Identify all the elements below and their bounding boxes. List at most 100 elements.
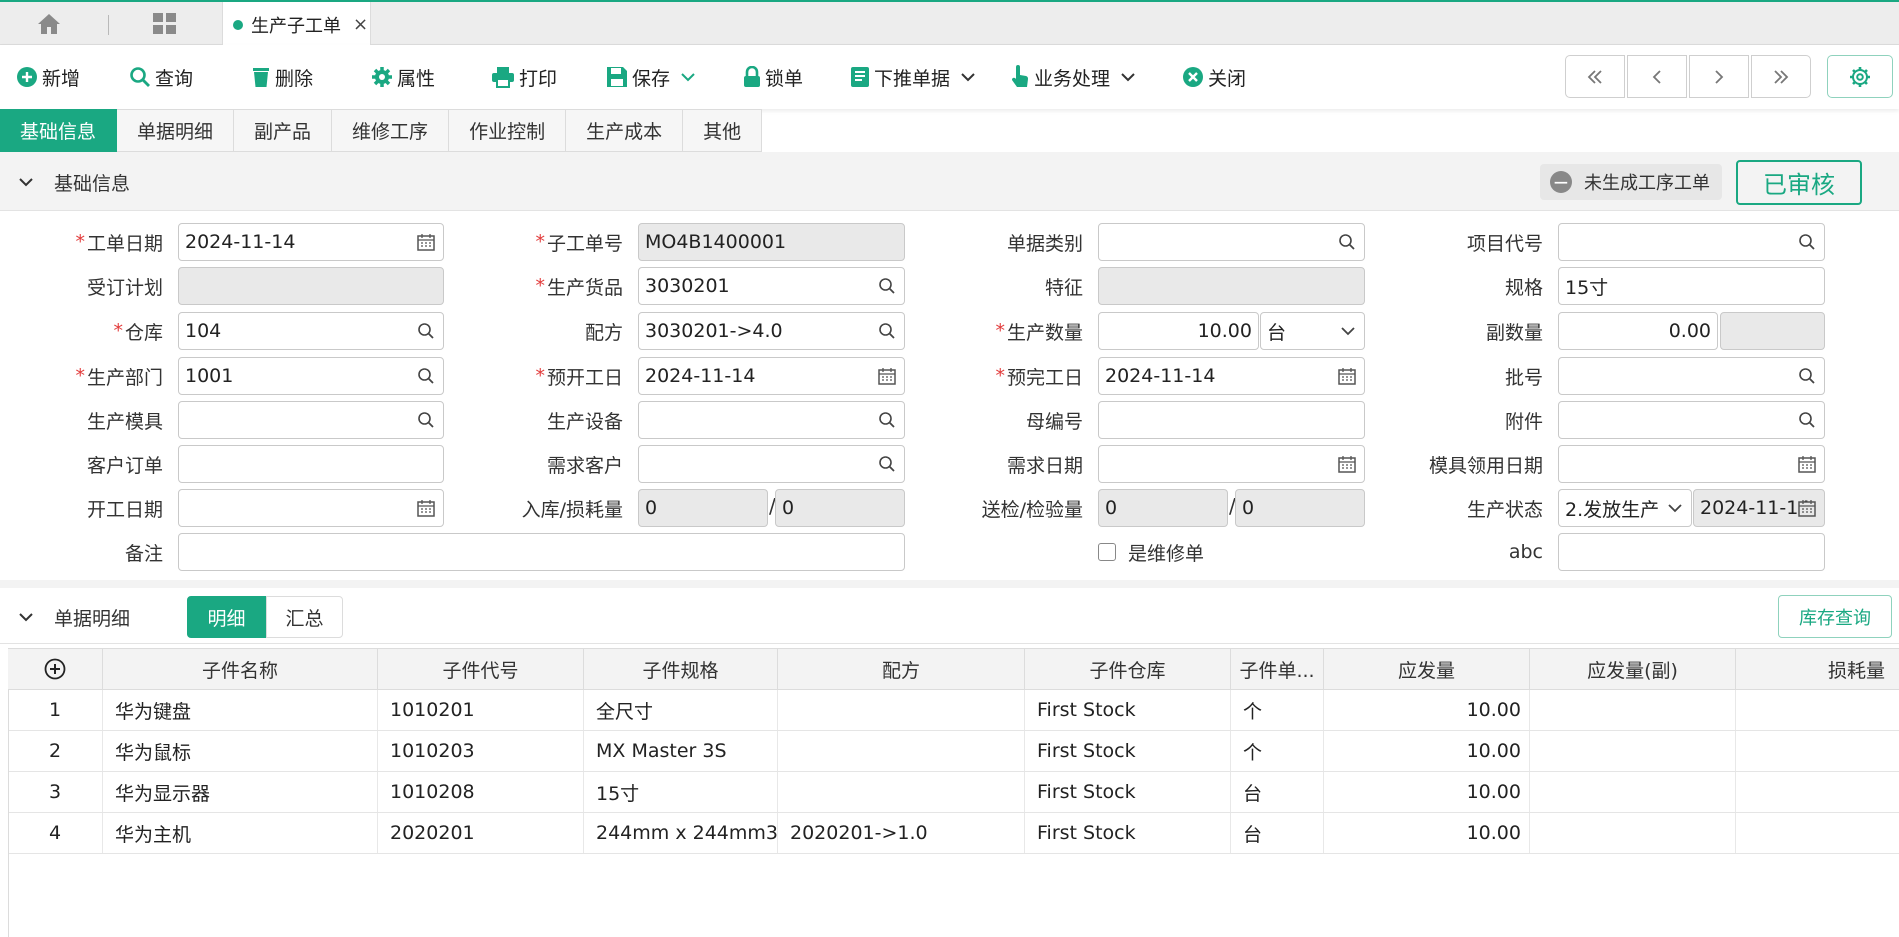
close-tab-icon[interactable]: × (353, 14, 368, 35)
cell-unit[interactable]: 个 (1231, 731, 1324, 771)
search-icon[interactable] (417, 411, 435, 429)
start-date-field[interactable] (178, 489, 444, 527)
save-button[interactable]: 保存 (606, 45, 700, 109)
customer-order-field[interactable] (178, 445, 444, 483)
cell-qty-secondary[interactable] (1530, 772, 1736, 812)
dept-field[interactable]: 1001 (178, 357, 444, 395)
cell-name[interactable]: 华为显示器 (103, 772, 378, 812)
cell-loss[interactable] (1736, 731, 1899, 771)
cell-unit[interactable]: 个 (1231, 690, 1324, 730)
detail-view-toggle[interactable]: 明细 (187, 596, 266, 638)
cell-warehouse[interactable]: First Stock (1025, 690, 1231, 730)
search-icon[interactable] (1798, 411, 1816, 429)
cell-code[interactable]: 1010201 (378, 690, 584, 730)
prod-status-select[interactable]: 2.发放生产 (1558, 489, 1692, 527)
table-row[interactable]: 2 华为鼠标 1010203 MX Master 3S First Stock … (8, 731, 1899, 772)
cell-unit[interactable]: 台 (1231, 813, 1324, 853)
sub-qty-field[interactable]: 0.00 (1558, 312, 1718, 350)
calendar-icon[interactable] (1338, 367, 1356, 385)
tab-by-products[interactable]: 副产品 (234, 109, 333, 152)
cell-spec[interactable]: 全尺寸 (584, 690, 778, 730)
status-date-field[interactable]: 2024-11-14 (1693, 489, 1825, 527)
tab-document-details[interactable]: 单据明细 (117, 109, 235, 152)
cell-recipe[interactable] (778, 690, 1025, 730)
qty-field[interactable]: 10.00 (1098, 312, 1259, 350)
col-header-name[interactable]: 子件名称 (103, 649, 378, 689)
last-record-button[interactable] (1751, 55, 1811, 98)
table-row[interactable]: 1 华为键盘 1010201 全尺寸 First Stock 个 10.00 (8, 690, 1899, 731)
cell-recipe[interactable]: 2020201->1.0 (778, 813, 1025, 853)
delete-button[interactable]: 删除 (251, 45, 313, 109)
col-header-recipe[interactable]: 配方 (778, 649, 1025, 689)
cell-spec[interactable]: 244mm x 244mm3 (584, 813, 778, 853)
stock-query-button[interactable]: 库存查询 (1778, 595, 1892, 638)
search-icon[interactable] (1338, 233, 1356, 251)
cell-code[interactable]: 1010203 (378, 731, 584, 771)
cell-warehouse[interactable]: First Stock (1025, 772, 1231, 812)
demand-date-field[interactable] (1098, 445, 1365, 483)
cell-spec[interactable]: MX Master 3S (584, 731, 778, 771)
abc-field[interactable] (1558, 533, 1825, 571)
apps-grid-icon[interactable] (153, 13, 179, 37)
mold-date-field[interactable] (1558, 445, 1825, 483)
calendar-icon[interactable] (1338, 455, 1356, 473)
demand-customer-field[interactable] (638, 445, 905, 483)
search-icon[interactable] (417, 322, 435, 340)
tab-basic-info[interactable]: 基础信息 (0, 109, 118, 152)
table-row[interactable]: 3 华为显示器 1010208 15寸 First Stock 台 10.00 (8, 772, 1899, 813)
cell-qty-secondary[interactable] (1530, 731, 1736, 771)
remark-field[interactable] (178, 533, 905, 571)
mold-field[interactable] (178, 401, 444, 439)
search-icon[interactable] (878, 455, 896, 473)
equipment-field[interactable] (638, 401, 905, 439)
new-button[interactable]: 新增 (16, 45, 80, 109)
col-header-code[interactable]: 子件代号 (378, 649, 584, 689)
table-row[interactable]: 4 华为主机 2020201 244mm x 244mm3 2020201->1… (8, 813, 1899, 854)
cell-loss[interactable] (1736, 813, 1899, 853)
calendar-icon[interactable] (1798, 499, 1816, 517)
project-code-field[interactable] (1558, 223, 1825, 261)
qty-unit-select[interactable]: 台 (1260, 312, 1365, 350)
cell-qty[interactable]: 10.00 (1324, 690, 1530, 730)
search-icon[interactable] (878, 277, 896, 295)
tab-repair-process[interactable]: 维修工序 (332, 109, 450, 152)
is-repair-checkbox[interactable] (1098, 543, 1116, 561)
product-field[interactable]: 3030201 (638, 267, 905, 305)
previous-record-button[interactable] (1627, 55, 1687, 98)
attachment-field[interactable] (1558, 401, 1825, 439)
detail-toggle[interactable]: 单据明细 (18, 598, 130, 636)
cell-qty-secondary[interactable] (1530, 813, 1736, 853)
cell-warehouse[interactable]: First Stock (1025, 813, 1231, 853)
cell-loss[interactable] (1736, 690, 1899, 730)
properties-button[interactable]: 属性 (371, 45, 435, 109)
tab-sub-work-order[interactable]: 生产子工单 × (222, 2, 371, 47)
col-header-qty-secondary[interactable]: 应发量(副) (1530, 649, 1736, 689)
tab-production-cost[interactable]: 生产成本 (566, 109, 684, 152)
add-row-button[interactable] (8, 649, 103, 689)
cell-name[interactable]: 华为鼠标 (103, 731, 378, 771)
cell-recipe[interactable] (778, 772, 1025, 812)
next-record-button[interactable] (1689, 55, 1749, 98)
home-icon[interactable] (36, 12, 66, 38)
cell-qty-secondary[interactable] (1530, 690, 1736, 730)
plan-end-field[interactable]: 2024-11-14 (1098, 357, 1365, 395)
warehouse-field[interactable]: 104 (178, 312, 444, 350)
cell-code[interactable]: 2020201 (378, 813, 584, 853)
col-header-warehouse[interactable]: 子件仓库 (1025, 649, 1231, 689)
print-button[interactable]: 打印 (491, 45, 557, 109)
tab-other[interactable]: 其他 (683, 109, 763, 152)
batch-field[interactable] (1558, 357, 1825, 395)
lock-button[interactable]: 锁单 (743, 45, 803, 109)
search-icon[interactable] (417, 367, 435, 385)
order-date-field[interactable]: 2024-11-14 (178, 223, 444, 261)
search-icon[interactable] (878, 322, 896, 340)
cell-loss[interactable] (1736, 772, 1899, 812)
push-down-button[interactable]: 下推单据 (850, 45, 980, 109)
search-icon[interactable] (1798, 233, 1816, 251)
col-header-qty[interactable]: 应发量 (1324, 649, 1530, 689)
basic-info-toggle[interactable]: 基础信息 (18, 163, 130, 201)
cell-name[interactable]: 华为主机 (103, 813, 378, 853)
search-icon[interactable] (878, 411, 896, 429)
cell-qty[interactable]: 10.00 (1324, 772, 1530, 812)
cell-qty[interactable]: 10.00 (1324, 813, 1530, 853)
